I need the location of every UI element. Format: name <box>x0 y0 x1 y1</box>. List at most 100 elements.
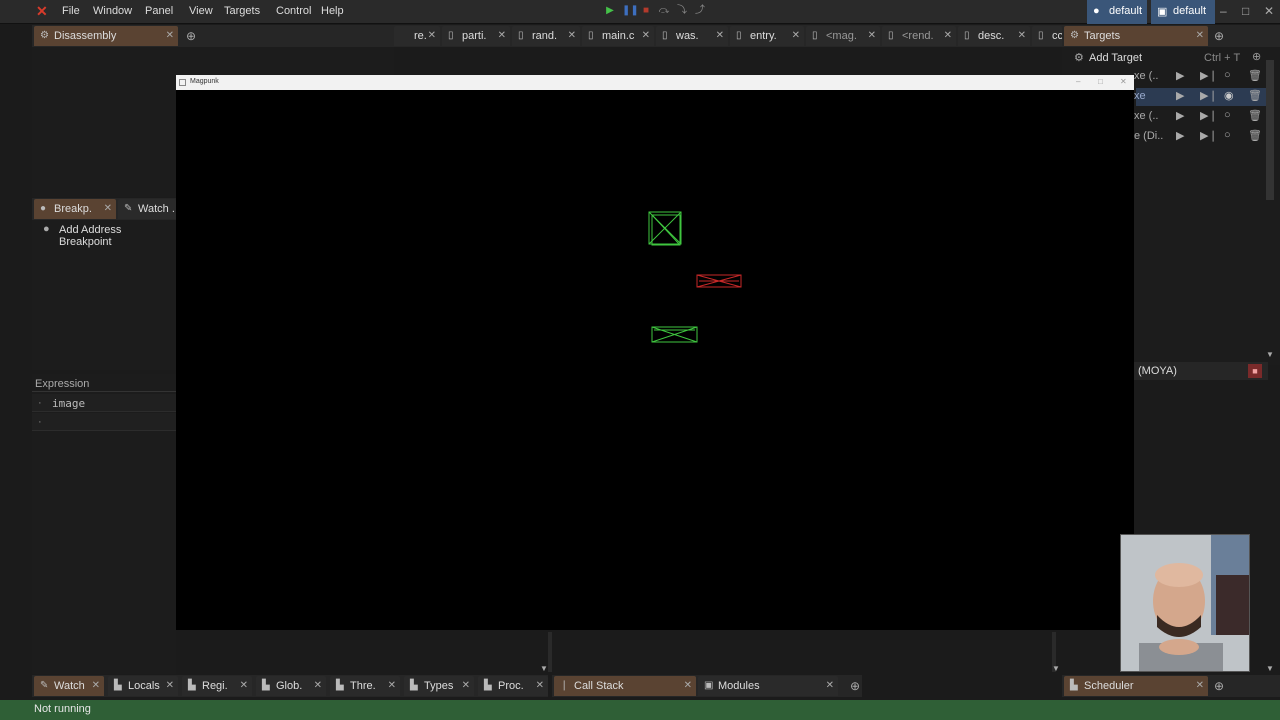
add-icon[interactable]: ⊕ <box>1252 50 1261 63</box>
target-row[interactable]: xe (.. ▶ ▶❘ ○ 🗑 <box>1134 68 1266 86</box>
close-icon[interactable]: ✕ <box>314 680 322 691</box>
tab-source-1[interactable]: re. ✕ <box>394 26 440 46</box>
tab-disassembly[interactable]: ⚙ Disassembly ✕ <box>34 26 178 46</box>
maximize-icon[interactable]: □ <box>1098 77 1103 86</box>
close-icon[interactable]: ✕ <box>1120 77 1127 86</box>
targets-scrollbar[interactable] <box>1266 60 1274 200</box>
play-icon[interactable]: ▶ <box>1176 109 1184 122</box>
maximize-icon[interactable]: □ <box>1242 4 1249 18</box>
circle-icon[interactable]: ◉ <box>1224 89 1234 102</box>
expr-row[interactable]: · image <box>32 394 176 412</box>
tab-source-6[interactable]: ▯ entry. ✕ <box>730 26 804 46</box>
tab-source-10[interactable]: ▯ cc <box>1032 26 1062 46</box>
tab-types[interactable]: ▙ Types ✕ <box>404 676 474 696</box>
menu-panel[interactable]: Panel <box>145 5 173 17</box>
expr-row[interactable]: · <box>32 413 176 431</box>
circle-icon[interactable]: ○ <box>1224 129 1231 141</box>
tab-call-stack[interactable]: ❘ Call Stack ✕ <box>554 676 696 696</box>
step-icon[interactable]: ▶❘ <box>1200 89 1218 102</box>
close-icon[interactable]: ✕ <box>104 203 112 214</box>
game-window[interactable]: Magpunk – □ ✕ <box>176 75 1134 630</box>
close-icon[interactable]: ✕ <box>792 30 800 41</box>
target-row[interactable]: xe ▶ ▶❘ ◉ 🗑 <box>1134 88 1266 106</box>
step-over-icon[interactable]: ⤼ <box>658 5 670 17</box>
tab-source-8[interactable]: ▯ <rend. ✕ <box>882 26 956 46</box>
circle-icon[interactable]: ○ <box>1224 69 1231 81</box>
tab-source-4[interactable]: ▯ main.c ✕ <box>582 26 654 46</box>
scroll-down-icon[interactable]: ▼ <box>540 664 548 673</box>
trash-icon[interactable]: 🗑 <box>1248 129 1262 142</box>
tab-source-3[interactable]: ▯ rand. ✕ <box>512 26 580 46</box>
close-icon[interactable]: ✕ <box>1018 30 1026 41</box>
close-icon[interactable]: ✕ <box>642 30 650 41</box>
splitter[interactable] <box>548 632 552 672</box>
lock-icon[interactable]: ■ <box>1248 364 1262 378</box>
step-icon[interactable]: ▶❘ <box>1200 109 1218 122</box>
close-icon[interactable]: ✕ <box>166 680 174 691</box>
trash-icon[interactable]: 🗑 <box>1248 109 1262 122</box>
menu-file[interactable]: File <box>62 5 80 17</box>
add-tab-icon[interactable]: ⊕ <box>1214 29 1224 43</box>
minimize-icon[interactable]: – <box>1076 77 1080 86</box>
close-icon[interactable]: ✕ <box>498 30 506 41</box>
tab-targets[interactable]: ⚙ Targets ✕ <box>1064 26 1208 46</box>
menu-view[interactable]: View <box>189 5 213 17</box>
target-row[interactable]: xe (.. ▶ ▶❘ ○ 🗑 <box>1134 108 1266 126</box>
step-icon[interactable]: ▶❘ <box>1200 69 1218 82</box>
play-icon[interactable]: ▶ <box>1176 89 1184 102</box>
menu-window[interactable]: Window <box>93 5 132 17</box>
thread-row[interactable]: (MOYA) ■ <box>1134 362 1268 380</box>
close-icon[interactable]: ✕ <box>684 680 692 691</box>
window-profile-button[interactable]: ▣ default <box>1151 0 1215 24</box>
trash-icon[interactable]: 🗑 <box>1248 69 1262 82</box>
add-tab-icon[interactable]: ⊕ <box>186 29 196 43</box>
tab-locals[interactable]: ▙ Locals ✕ <box>108 676 178 696</box>
close-icon[interactable]: ✕ <box>536 680 544 691</box>
scroll-down-icon[interactable]: ▼ <box>1266 664 1274 673</box>
close-icon[interactable]: ✕ <box>826 680 834 691</box>
tab-watch-bottom[interactable]: ✎ Watch ✕ <box>34 676 104 696</box>
tab-scheduler[interactable]: ▙ Scheduler ✕ <box>1064 676 1208 696</box>
step-out-icon[interactable]: ⤴ <box>694 5 706 17</box>
tab-source-9[interactable]: ▯ desc. ✕ <box>958 26 1030 46</box>
add-address-breakpoint[interactable]: ● Add Address Breakpoint <box>40 222 176 248</box>
play-icon[interactable]: ▶ <box>1176 69 1184 82</box>
close-icon[interactable]: ✕ <box>92 680 100 691</box>
close-icon[interactable]: ✕ <box>428 30 436 41</box>
tab-watch[interactable]: ✎ Watch . <box>118 199 176 219</box>
circle-icon[interactable]: ○ <box>1224 109 1231 121</box>
close-icon[interactable]: ✕ <box>462 680 470 691</box>
close-icon[interactable]: ✕ <box>716 30 724 41</box>
close-icon[interactable]: ✕ <box>388 680 396 691</box>
tab-source-5[interactable]: ▯ was. ✕ <box>656 26 728 46</box>
play-icon[interactable]: ▶ <box>1176 129 1184 142</box>
tab-threads[interactable]: ▙ Thre. ✕ <box>330 676 400 696</box>
add-tab-icon[interactable]: ⊕ <box>1214 679 1224 693</box>
tab-modules[interactable]: ▣ Modules ✕ <box>698 676 838 696</box>
user-profile-button[interactable]: ● default <box>1087 0 1147 24</box>
close-icon[interactable]: ✕ <box>568 30 576 41</box>
tab-registers[interactable]: ▙ Regi. ✕ <box>182 676 252 696</box>
menu-control[interactable]: Control <box>276 5 311 17</box>
tab-globals[interactable]: ▙ Glob. ✕ <box>256 676 326 696</box>
add-target-row[interactable]: ⚙ Add Target Ctrl + T ⊕ <box>1072 50 1272 68</box>
tab-source-7[interactable]: ▯ <mag. ✕ <box>806 26 880 46</box>
stop-icon[interactable]: ■ <box>640 5 652 17</box>
scroll-down-icon[interactable]: ▼ <box>1052 664 1060 673</box>
close-window-icon[interactable]: ✕ <box>1264 4 1274 18</box>
close-icon[interactable]: ✕ <box>1196 30 1204 41</box>
close-icon[interactable]: ✕ <box>868 30 876 41</box>
step-into-icon[interactable]: ⤵ <box>676 5 688 17</box>
add-tab-icon[interactable]: ⊕ <box>850 679 860 693</box>
play-icon[interactable]: ▶ <box>604 5 616 17</box>
close-icon[interactable]: ✕ <box>1196 680 1204 691</box>
step-icon[interactable]: ▶❘ <box>1200 129 1218 142</box>
trash-icon[interactable]: 🗑 <box>1248 89 1262 102</box>
target-row[interactable]: e (Di.. ▶ ▶❘ ○ 🗑 <box>1134 128 1266 146</box>
tab-breakpoints[interactable]: ● Breakp. ✕ <box>34 199 116 219</box>
close-icon[interactable]: ✕ <box>240 680 248 691</box>
tab-source-2[interactable]: ▯ parti. ✕ <box>442 26 510 46</box>
pause-icon[interactable]: ❚❚ <box>622 5 639 17</box>
close-icon[interactable]: ✕ <box>944 30 952 41</box>
tab-procedures[interactable]: ▙ Proc. ✕ <box>478 676 548 696</box>
